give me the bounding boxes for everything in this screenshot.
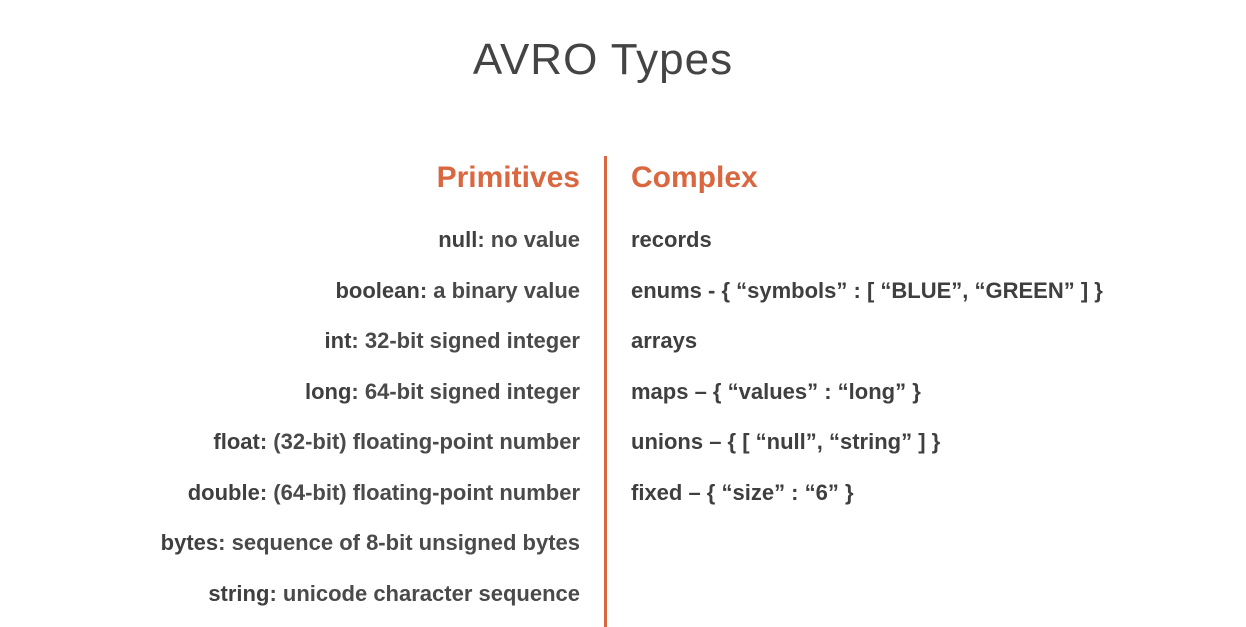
complex-item-enums: enums - { “symbols” : [ “BLUE”, “GREEN” … (631, 277, 1103, 303)
primitive-desc: : (32-bit) floating-point number (259, 429, 580, 454)
slide-title: AVRO Types (472, 35, 734, 84)
complex-item-fixed: fixed – { “size” : “6” } (631, 479, 854, 505)
primitive-desc: : (64-bit) floating-point number (259, 479, 580, 505)
primitive-item-boolean: boolean: a binary value (161, 271, 580, 322)
primitive-term: long (304, 378, 352, 404)
primitive-desc: : 32-bit signed integer (351, 328, 580, 353)
primitive-item-string: string: unicode character sequence (161, 574, 580, 625)
primitive-term: boolean (335, 277, 420, 303)
primitive-item-int: int: 32-bit signed integer (161, 321, 580, 372)
primitive-term: null (438, 227, 478, 252)
primitive-item-float: float: (32-bit) floating-point number (161, 422, 580, 473)
complex-item-records: records (631, 227, 712, 252)
primitive-item-double: double: (64-bit) floating-point number (161, 473, 580, 524)
primitives-list: null: no value boolean: a binary value i… (161, 220, 580, 624)
primitive-term: int (324, 328, 352, 353)
primitive-item-long: long: 64-bit signed integer (161, 372, 580, 423)
complex-item-arrays: arrays (631, 328, 698, 353)
primitives-heading: Primitives (436, 161, 580, 194)
primitive-term: string (208, 580, 270, 606)
complex-heading: Complex (631, 161, 758, 194)
column-divider (604, 156, 607, 627)
primitive-desc: : no value (477, 227, 580, 252)
primitive-desc: : unicode character sequence (269, 580, 580, 606)
primitive-desc: : sequence of 8-bit unsigned bytes (218, 530, 580, 555)
complex-list: records enums - { “symbols” : [ “BLUE”, … (631, 220, 1103, 523)
primitive-desc: : a binary value (419, 277, 580, 303)
primitive-term: bytes (160, 530, 219, 555)
complex-item-unions: unions – { [ “null”, “string” ] } (631, 429, 941, 454)
complex-item-maps: maps – { “values” : “long” } (631, 378, 921, 404)
primitive-item-bytes: bytes: sequence of 8-bit unsigned bytes (161, 523, 580, 574)
primitive-term: double (187, 479, 260, 505)
primitive-term: float (213, 429, 260, 454)
primitive-item-null: null: no value (161, 220, 580, 271)
primitive-desc: : 64-bit signed integer (351, 378, 580, 404)
